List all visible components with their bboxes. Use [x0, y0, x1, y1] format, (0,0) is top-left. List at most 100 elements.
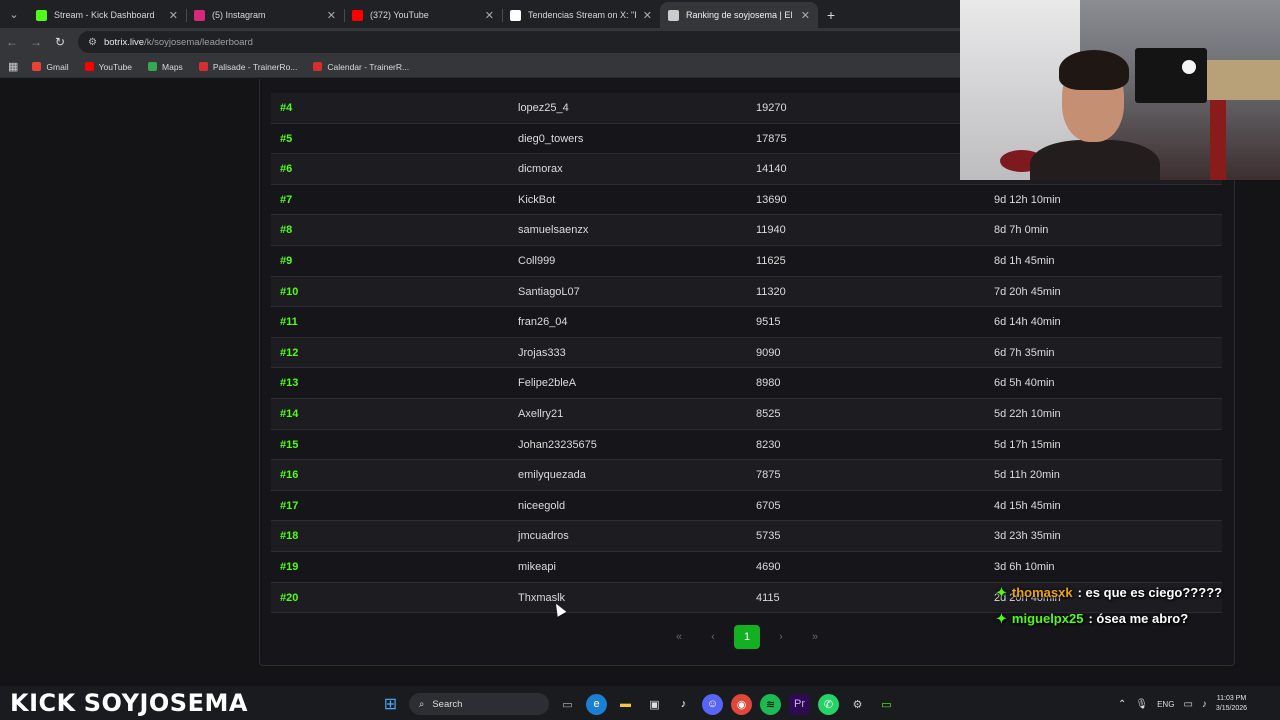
current-page-button[interactable]: 1 [734, 625, 760, 649]
bookmark-item[interactable]: YouTube [84, 61, 133, 72]
watchtime-cell: 5d 17h 15min [994, 438, 1061, 451]
rank-cell: #20 [280, 591, 299, 604]
points-cell: 6705 [756, 499, 781, 512]
chat-badge-icon: ✦ [996, 585, 1007, 600]
volume-icon[interactable]: ♪ [1202, 699, 1207, 710]
webcam-person-hair [1059, 50, 1129, 90]
network-icon[interactable]: ▭ [1183, 699, 1192, 710]
task-view-icon[interactable]: ▭ [557, 694, 578, 715]
browser-tab[interactable]: Ranking de soyjosema | El mej ✕ [660, 2, 818, 28]
prev-page-button[interactable]: ‹ [700, 625, 726, 649]
username-cell: Axellry21 [518, 407, 564, 420]
close-icon[interactable]: ✕ [643, 9, 652, 22]
chrome-icon[interactable]: ◉ [731, 693, 752, 715]
search-icon: ⌕ [419, 698, 425, 710]
close-icon[interactable]: ✕ [801, 9, 810, 22]
table-row: #10 SantiagoL07 11320 7d 20h 45min [271, 276, 1222, 308]
back-icon[interactable]: ← [0, 35, 24, 49]
bookmark-label: Palisade - TrainerRo... [212, 61, 298, 72]
close-icon[interactable]: ✕ [169, 9, 178, 22]
points-cell: 9090 [756, 346, 781, 359]
rank-cell: #14 [280, 407, 299, 420]
system-tray: ⌃ 🎙 ENG ▭ ♪ 11:03 PM 3/15/2026 [1118, 692, 1247, 716]
edge-icon[interactable]: e [586, 693, 607, 715]
microphone-icon[interactable]: 🎙 [1135, 699, 1148, 710]
watchtime-cell: 6d 5h 40min [994, 377, 1055, 390]
whatsapp-icon[interactable]: ✆ [818, 693, 839, 715]
rank-cell: #13 [280, 377, 299, 390]
spotify-icon[interactable]: ≋ [760, 693, 781, 715]
bookmark-item[interactable]: Gmail [32, 61, 69, 72]
bookmark-label: Gmail [46, 61, 69, 72]
apps-grid-icon[interactable]: ▦ [8, 60, 18, 73]
browser-tab[interactable]: Tendencias Stream on X: "Ring ✕ [502, 2, 660, 28]
rank-cell: #15 [280, 438, 299, 451]
bookmark-icon [313, 62, 323, 71]
tab-title: Tendencias Stream on X: "Ring [528, 10, 636, 20]
browser-tab[interactable]: (5) Instagram ✕ [186, 2, 344, 28]
close-icon[interactable]: ✕ [485, 9, 494, 22]
forward-icon[interactable]: → [24, 35, 48, 49]
tab-title: Ranking de soyjosema | El mej [686, 10, 794, 20]
points-cell: 8980 [756, 377, 781, 390]
browser-tab[interactable]: (372) YouTube ✕ [344, 2, 502, 28]
kick-icon [36, 9, 47, 21]
bookmark-item[interactable]: Palisade - TrainerRo... [198, 61, 298, 72]
username-cell: niceegold [518, 499, 566, 512]
store-icon[interactable]: ▣ [644, 694, 665, 715]
points-cell: 4115 [756, 591, 780, 604]
points-cell: 14140 [756, 163, 787, 176]
rank-cell: #7 [280, 193, 293, 206]
tab-search-icon[interactable]: ⌄ [0, 0, 28, 28]
watchtime-cell: 5d 11h 20min [994, 469, 1060, 482]
webcam-shelf [1200, 60, 1280, 100]
points-cell: 5735 [756, 530, 781, 543]
table-row: #19 mikeapi 4690 3d 6h 10min [271, 552, 1222, 583]
points-cell: 7875 [756, 469, 781, 482]
address-bar[interactable]: ⚙ botrix.live/k/soyjosema/leaderboard [78, 31, 978, 53]
discord-icon[interactable]: ☺ [702, 693, 723, 715]
close-icon[interactable]: ✕ [327, 9, 336, 22]
points-cell: 13690 [756, 193, 787, 206]
premiere-icon[interactable]: Pr [789, 693, 810, 715]
username-cell: samuelsaenzx [518, 224, 589, 237]
rank-cell: #18 [280, 530, 299, 543]
bookmark-icon [84, 62, 94, 71]
site-info-icon[interactable]: ⚙ [88, 37, 97, 48]
last-page-button[interactable]: » [802, 625, 828, 649]
bookmark-label: Maps [162, 61, 183, 72]
browser-tab[interactable]: Stream - Kick Dashboard ✕ [28, 2, 186, 28]
tiktok-icon[interactable]: ♪ [673, 694, 694, 715]
username-cell: SantiagoL07 [518, 285, 580, 298]
next-page-button[interactable]: › [768, 625, 794, 649]
windows-start-icon[interactable]: ⊞ [380, 694, 401, 715]
rank-cell: #8 [280, 224, 293, 237]
bookmark-item[interactable]: Maps [148, 62, 183, 72]
rank-cell: #4 [280, 102, 293, 114]
username-cell: dicmorax [518, 163, 563, 176]
table-row: #12 Jrojas333 9090 6d 7h 35min [271, 337, 1222, 369]
username-cell: dieg0_towers [518, 132, 584, 145]
first-page-button[interactable]: « [666, 625, 692, 649]
youtube-icon [352, 9, 363, 21]
app-icon[interactable]: ▭ [876, 694, 897, 715]
language-indicator[interactable]: ENG [1157, 700, 1174, 709]
settings-icon[interactable]: ⚙ [847, 694, 868, 715]
bookmark-label: YouTube [98, 61, 133, 72]
taskbar-search[interactable]: ⌕ Search [409, 693, 549, 715]
watchtime-cell: 8d 7h 0min [994, 224, 1049, 237]
reload-icon[interactable]: ↻ [48, 35, 72, 49]
watchtime-cell: 3d 6h 10min [994, 560, 1055, 573]
file-explorer-icon[interactable]: ▬ [615, 694, 636, 715]
webcam-chair [1210, 100, 1226, 180]
watchtime-cell: 3d 23h 35min [994, 530, 1061, 543]
rank-cell: #19 [280, 560, 299, 573]
bookmark-item[interactable]: Calendar - TrainerR... [313, 62, 409, 72]
rank-cell: #12 [280, 346, 299, 359]
chevron-up-icon[interactable]: ⌃ [1118, 699, 1126, 710]
clock[interactable]: 11:03 PM 3/15/2026 [1216, 694, 1247, 714]
new-tab-button[interactable]: + [818, 2, 844, 28]
watchtime-cell: 4d 15h 45min [994, 499, 1061, 512]
watchtime-cell: 7d 20h 45min [994, 285, 1061, 298]
rank-cell: #17 [280, 499, 299, 512]
